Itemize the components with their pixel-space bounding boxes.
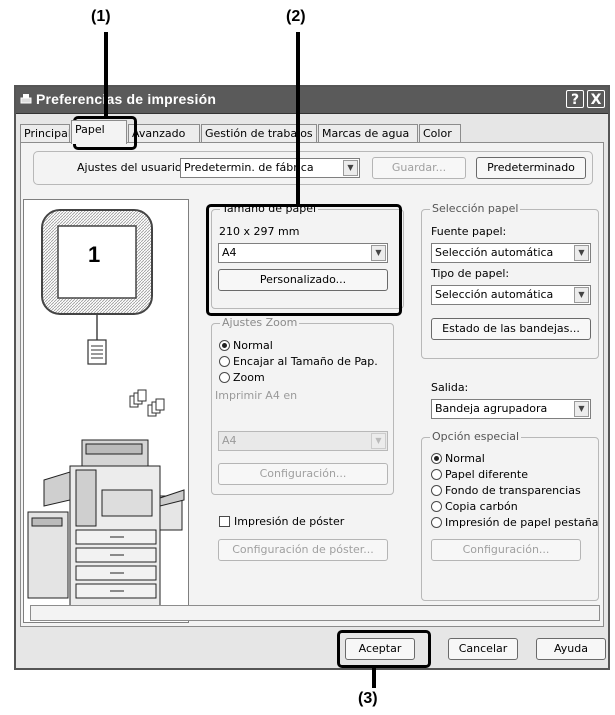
special-normal-radio[interactable]: Normal [431, 452, 485, 466]
chevron-down-icon: ▼ [574, 287, 589, 303]
radio-icon [219, 356, 230, 367]
print-on-select[interactable]: A4 ▼ [218, 431, 388, 451]
special-different-paper-radio[interactable]: Papel diferente [431, 468, 528, 482]
zoom-normal-radio[interactable]: Normal [219, 339, 273, 353]
callout-3-leader [372, 666, 376, 688]
zoom-fit-radio[interactable]: Encajar al Tamaño de Pap. [219, 355, 378, 369]
close-button[interactable]: X [587, 90, 605, 108]
tab-color[interactable]: Color [419, 124, 461, 143]
callout-3: (3) [358, 690, 378, 707]
callout-2: (2) [286, 8, 306, 25]
chevron-down-icon: ▼ [574, 401, 589, 417]
special-option-title: Opción especial [430, 430, 522, 443]
radio-icon [431, 517, 442, 528]
help-title-button[interactable]: ? [566, 90, 584, 108]
chevron-down-icon: ▼ [343, 160, 358, 176]
callout-2-highlight [206, 204, 402, 316]
default-button[interactable]: Predeterminado [476, 157, 586, 179]
tab-principal[interactable]: Principal [20, 124, 70, 143]
tab-avanzado[interactable]: Avanzado [128, 124, 200, 143]
status-bar [30, 605, 600, 621]
help-button[interactable]: Ayuda [536, 638, 606, 660]
radio-icon [431, 485, 442, 496]
print-on-label: Imprimir A4 en [215, 389, 298, 402]
tab-marcas-agua[interactable]: Marcas de agua [318, 124, 418, 143]
special-tab-paper-radio[interactable]: Impresión de papel pestaña [431, 516, 599, 530]
poster-config-button[interactable]: Configuración de póster... [218, 539, 388, 561]
output-label: Salida: [431, 381, 469, 394]
callout-1-leader [104, 32, 108, 118]
user-settings-select[interactable]: Predetermin. de fábrica ▼ [180, 158, 360, 178]
zoom-config-button[interactable]: Configuración... [218, 463, 388, 485]
print-preferences-dialog: Preferencias de impresión ? X Principal … [14, 85, 610, 670]
paper-preview-pane: 1 [23, 199, 189, 623]
chevron-down-icon: ▼ [371, 433, 386, 449]
tab-papel[interactable]: Papel [71, 120, 127, 144]
radio-icon [431, 469, 442, 480]
window-title: Preferencias de impresión [36, 91, 217, 107]
chevron-down-icon: ▼ [574, 245, 589, 261]
special-config-button[interactable]: Configuración... [431, 539, 581, 561]
zoom-settings-title: Ajustes Zoom [220, 316, 300, 329]
paper-selection-title: Selección papel [430, 202, 521, 215]
checkbox-icon [219, 516, 230, 527]
special-transparency-radio[interactable]: Fondo de transparencias [431, 484, 581, 498]
zoom-zoom-radio[interactable]: Zoom [219, 371, 265, 385]
callout-2-leader [296, 32, 300, 206]
save-button[interactable]: Guardar... [372, 157, 466, 179]
preview-page-number: 1 [88, 242, 101, 267]
user-settings-label: Ajustes del usuario: [77, 161, 186, 174]
paper-source-select[interactable]: Selección automática ▼ [431, 243, 591, 263]
cancel-button[interactable]: Cancelar [448, 638, 518, 660]
callout-3-highlight [337, 630, 431, 668]
callout-1: (1) [91, 8, 111, 25]
radio-icon [431, 501, 442, 512]
poster-checkbox[interactable]: Impresión de póster [219, 515, 344, 529]
special-carbon-copy-radio[interactable]: Copia carbón [431, 500, 518, 514]
printer-icon [19, 92, 33, 106]
output-select[interactable]: Bandeja agrupadora ▼ [431, 399, 591, 419]
radio-icon [219, 372, 230, 383]
paper-source-label: Fuente papel: [431, 225, 507, 238]
radio-selected-icon [431, 453, 442, 464]
paper-type-label: Tipo de papel: [431, 267, 510, 280]
radio-selected-icon [219, 340, 230, 351]
preview-illustration [27, 209, 185, 607]
tray-status-button[interactable]: Estado de las bandejas... [431, 318, 591, 340]
paper-type-select[interactable]: Selección automática ▼ [431, 285, 591, 305]
